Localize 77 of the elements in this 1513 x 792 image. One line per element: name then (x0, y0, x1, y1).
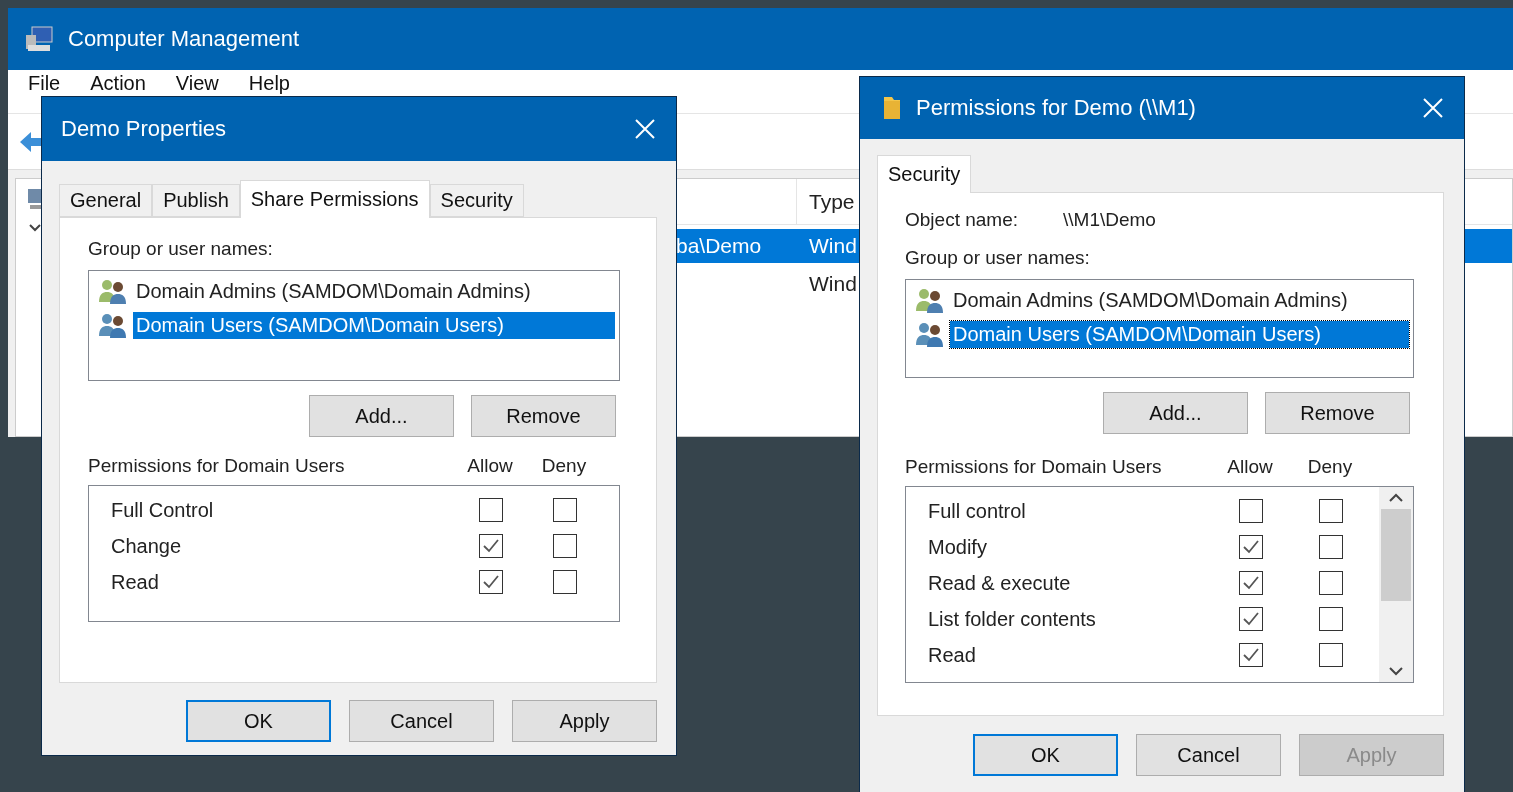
tab[interactable]: Share Permissions (239, 180, 430, 218)
menu-item[interactable]: Help (248, 72, 290, 94)
tab[interactable]: Publish (152, 184, 240, 217)
column-header: Deny (540, 455, 588, 477)
checkbox[interactable] (553, 498, 577, 522)
dialog-button[interactable]: Remove (471, 395, 616, 437)
field-label: Object name: (905, 209, 1019, 231)
user-list[interactable]: Domain Admins (SAMDOM\Domain Admins) Domain Users (SAMDOM\Domain Users) (88, 270, 620, 381)
chevron-icon[interactable] (28, 223, 42, 233)
window-title: Computer Management (68, 26, 301, 52)
dialog-button[interactable]: Add... (309, 395, 454, 437)
checkbox[interactable] (1239, 607, 1263, 631)
checkbox[interactable] (553, 534, 577, 558)
menu-item[interactable]: View (175, 72, 219, 94)
column-header: Deny (1306, 456, 1354, 478)
list-item[interactable]: Domain Admins (SAMDOM\Domain Admins) (133, 277, 615, 305)
chevron-up-icon (1388, 493, 1404, 503)
table-cell: ba\Demo (676, 234, 762, 257)
list-item[interactable]: Domain Users (SAMDOM\Domain Users) (133, 311, 615, 339)
computer-icon (24, 25, 54, 53)
list-item[interactable]: Domain Users (SAMDOM\Domain Users) (950, 320, 1409, 348)
user-list[interactable]: Domain Admins (SAMDOM\Domain Admins) Domain Users (SAMDOM\Domain Users) (905, 279, 1414, 378)
checkbox[interactable] (553, 570, 577, 594)
folder-icon (882, 95, 902, 121)
checkbox[interactable] (1319, 535, 1343, 559)
permission-name: Modify (927, 535, 988, 559)
table-cell: Wind (809, 234, 857, 257)
checkbox[interactable] (479, 570, 503, 594)
tab[interactable]: General (59, 184, 153, 217)
window-title: Demo Properties (61, 116, 228, 142)
permission-name: Read (927, 643, 977, 667)
dialog-button[interactable]: Add... (1103, 392, 1248, 434)
menu-item[interactable]: Action (90, 72, 146, 94)
field-label: Group or user names: (88, 238, 274, 260)
menu-item[interactable]: File (28, 72, 61, 94)
dialog-button[interactable]: Remove (1265, 392, 1410, 434)
column-header: Allow (1226, 456, 1274, 478)
permission-name: Change (110, 534, 183, 558)
close-icon (634, 118, 656, 140)
scrollbar-thumb[interactable] (1381, 509, 1411, 601)
object-name: \\M1\Demo (1063, 209, 1156, 231)
list-item[interactable]: Domain Admins (SAMDOM\Domain Admins) (950, 286, 1409, 314)
section-label: Permissions for Domain Users (88, 455, 346, 477)
checkbox[interactable] (1319, 499, 1343, 523)
close-icon (1422, 97, 1444, 119)
checkbox[interactable] (479, 534, 503, 558)
user-group-icon (914, 287, 946, 313)
dialog-button[interactable]: OK (186, 700, 331, 742)
field-label: Group or user names: (905, 247, 1091, 269)
tab[interactable]: Security (429, 184, 524, 217)
permission-name: Read & execute (927, 571, 1072, 595)
user-group-icon (97, 312, 129, 338)
dialog-button[interactable]: Cancel (1136, 734, 1281, 776)
tab[interactable]: Security (877, 155, 972, 193)
column-header[interactable]: Type (809, 189, 855, 214)
user-group-icon (914, 321, 946, 347)
column-header: Allow (466, 455, 514, 477)
permission-name: Full control (927, 499, 1027, 523)
checkbox[interactable] (1239, 535, 1263, 559)
checkbox[interactable] (1319, 643, 1343, 667)
dialog-button[interactable]: Apply (512, 700, 657, 742)
permission-name: List folder contents (927, 607, 1097, 631)
checkbox[interactable] (1239, 571, 1263, 595)
checkbox[interactable] (1319, 571, 1343, 595)
chevron-down-icon (1388, 666, 1404, 676)
dialog-button[interactable]: OK (973, 734, 1118, 776)
section-label: Permissions for Domain Users (905, 456, 1163, 478)
checkbox[interactable] (479, 498, 503, 522)
permission-name: Full Control (110, 498, 215, 522)
scrollbar[interactable] (1379, 487, 1413, 682)
window-title: Permissions for Demo (\\M1) (916, 95, 1197, 121)
permission-name: Read (110, 570, 160, 594)
checkbox[interactable] (1239, 499, 1263, 523)
user-group-icon (97, 278, 129, 304)
checkbox[interactable] (1239, 643, 1263, 667)
dialog-button[interactable]: Cancel (349, 700, 494, 742)
checkbox[interactable] (1319, 607, 1343, 631)
